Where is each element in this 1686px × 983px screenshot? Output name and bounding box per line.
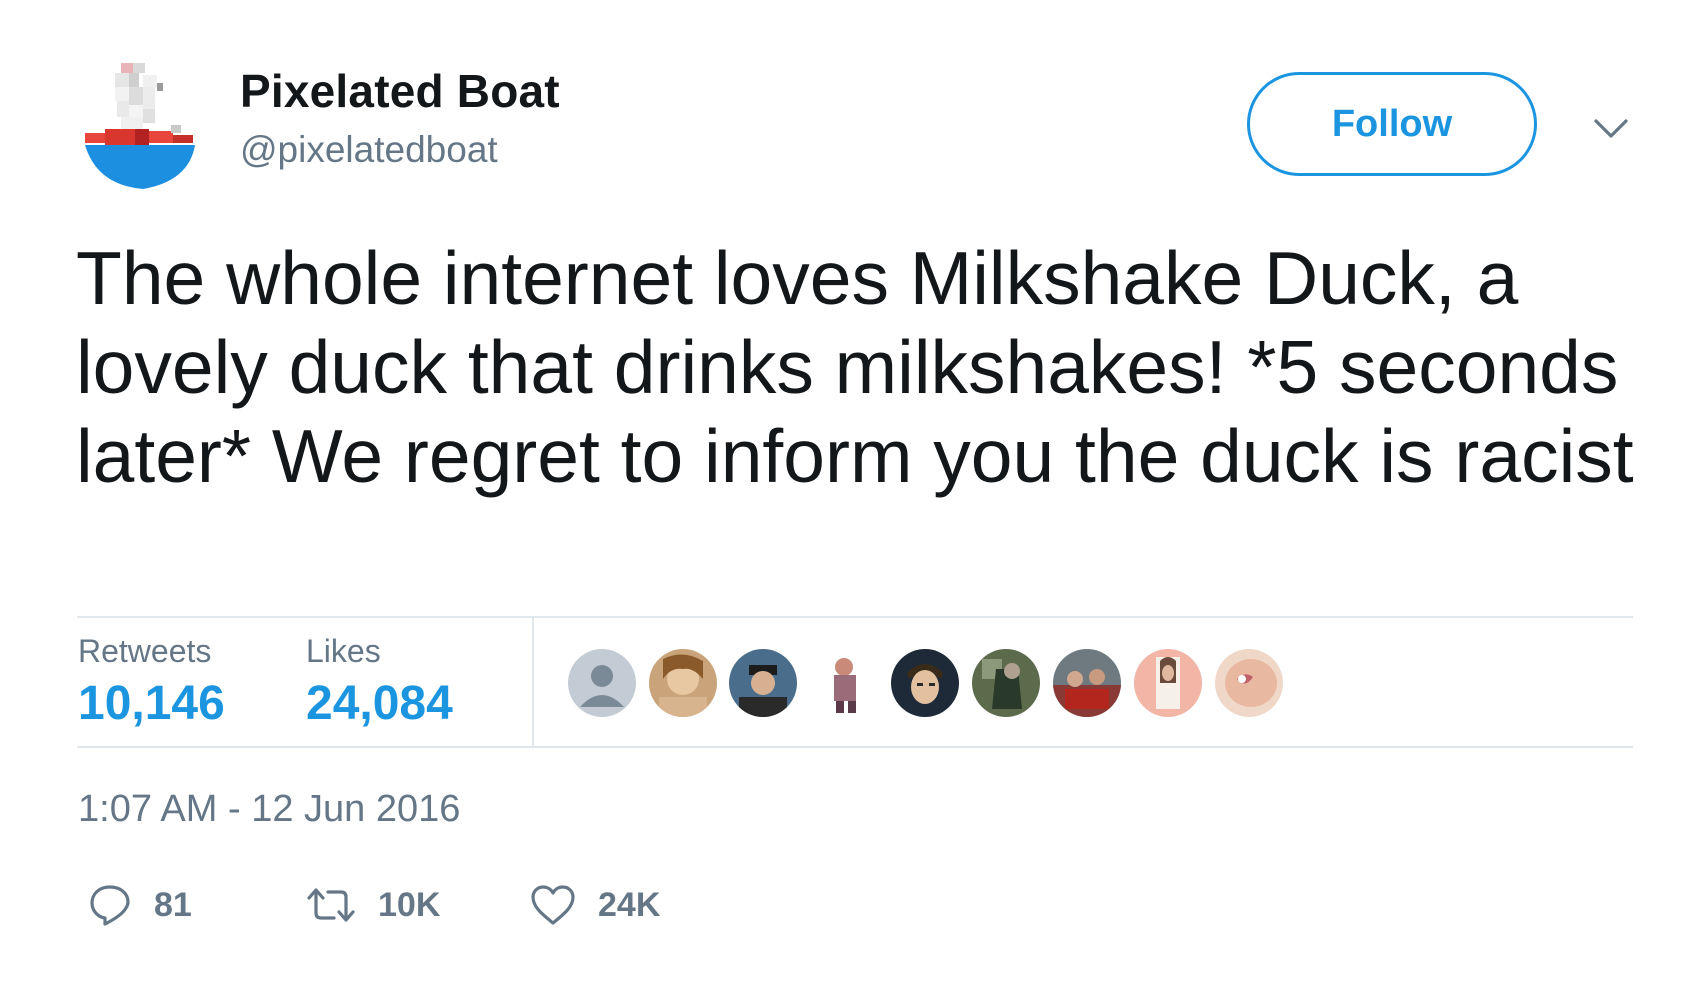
like-action[interactable]: 24K xyxy=(530,880,660,930)
retweets-label: Retweets xyxy=(78,633,212,669)
likes-label: Likes xyxy=(306,633,381,669)
liker-avatar[interactable] xyxy=(1215,649,1283,717)
liker-avatar[interactable] xyxy=(649,649,717,717)
pixelated-boat-avatar[interactable] xyxy=(85,63,198,191)
likes-value: 24,084 xyxy=(306,677,453,730)
like-count: 24K xyxy=(598,885,661,924)
liker-avatar[interactable] xyxy=(972,649,1040,717)
follow-button[interactable]: Follow xyxy=(1247,72,1537,176)
retweet-action[interactable]: 10K xyxy=(306,880,440,930)
retweets-value: 10,146 xyxy=(78,677,225,730)
retweet-count: 10K xyxy=(378,885,441,924)
retweet-icon[interactable] xyxy=(306,885,356,925)
user-handle[interactable]: @pixelatedboat xyxy=(240,129,498,171)
reply-icon[interactable] xyxy=(88,883,132,927)
chevron-down-icon[interactable] xyxy=(1592,116,1630,142)
tweet-timestamp[interactable]: 1:07 AM - 12 Jun 2016 xyxy=(78,788,460,831)
tweet-card: Pixelated Boat @pixelatedboat Follow The… xyxy=(0,0,1686,983)
heart-icon[interactable] xyxy=(530,884,576,926)
reply-action[interactable]: 81 xyxy=(88,880,192,930)
stats-vertical-divider xyxy=(532,618,534,746)
liker-avatar[interactable] xyxy=(729,649,797,717)
retweets-stat[interactable]: Retweets 10,146 xyxy=(78,633,225,731)
liker-avatar[interactable] xyxy=(1053,649,1121,717)
stats-bottom-divider xyxy=(77,746,1633,748)
liker-avatar[interactable] xyxy=(1134,649,1202,717)
liker-avatar[interactable] xyxy=(891,649,959,717)
tweet-text: The whole internet loves Milkshake Duck,… xyxy=(76,236,1634,498)
liker-avatar[interactable] xyxy=(568,649,636,717)
display-name[interactable]: Pixelated Boat xyxy=(240,64,560,118)
reply-count: 81 xyxy=(154,885,192,924)
liker-avatar[interactable] xyxy=(810,649,878,717)
stats-top-divider xyxy=(77,616,1633,618)
likes-stat[interactable]: Likes 24,084 xyxy=(306,633,453,731)
